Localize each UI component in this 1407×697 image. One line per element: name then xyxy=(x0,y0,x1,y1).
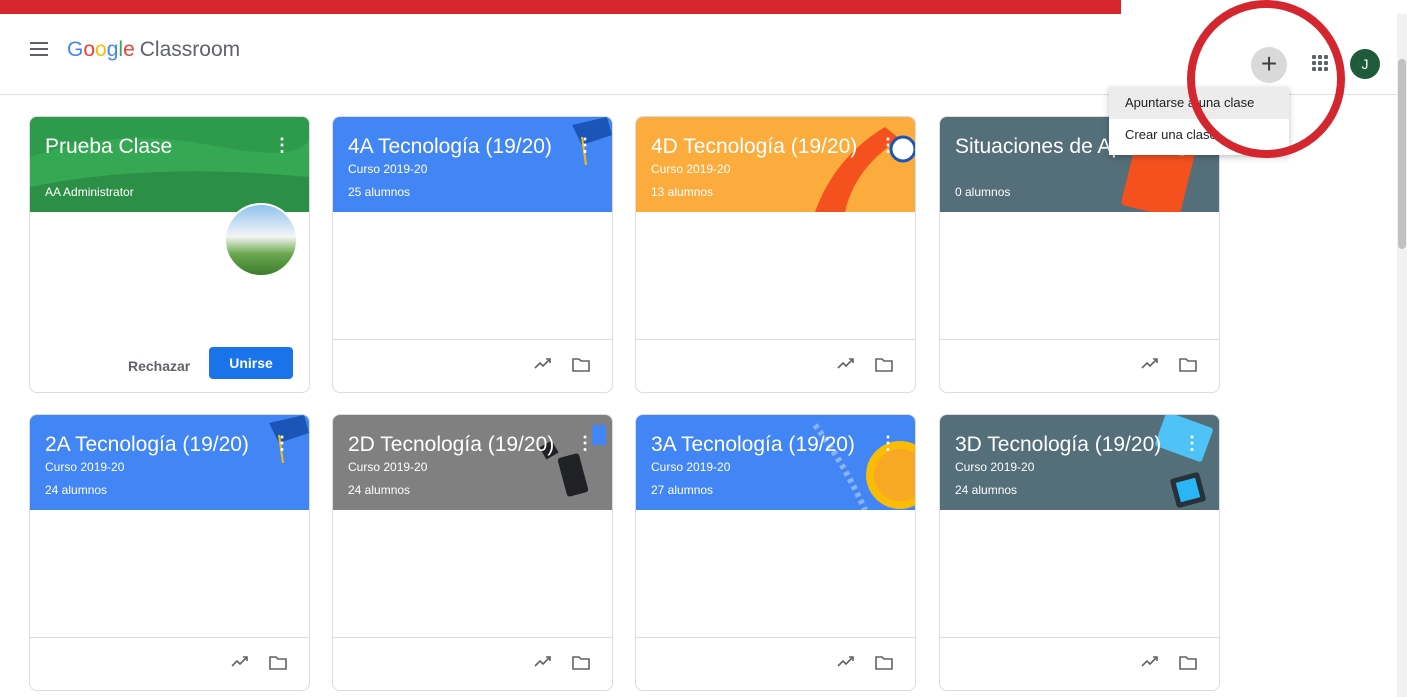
logo-letter: o xyxy=(95,38,107,61)
join-button[interactable]: Unirse xyxy=(209,347,293,379)
card-section: Curso 2019-20 xyxy=(348,162,428,176)
card-title[interactable]: 4A Tecnología (19/20) xyxy=(348,135,552,159)
trending-up-icon[interactable] xyxy=(534,655,552,667)
card-footer xyxy=(636,339,915,392)
folder-icon[interactable] xyxy=(269,656,287,670)
card-title[interactable]: 3A Tecnología (19/20) xyxy=(651,433,855,457)
card-section: Curso 2019-20 xyxy=(651,460,731,474)
card-student-count: 27 alumnos xyxy=(651,483,714,497)
card-title[interactable]: 3D Tecnología (19/20) xyxy=(955,433,1161,457)
card-header[interactable]: 4D Tecnología (19/20) Curso 2019-20 13 a… xyxy=(636,117,915,212)
card-banner-art xyxy=(1155,415,1213,508)
card-teacher-name: AA Administrator xyxy=(45,185,134,199)
class-photo xyxy=(224,203,298,277)
graduation-cap-art xyxy=(572,117,612,166)
class-card[interactable]: 4A Tecnología (19/20) Curso 2019-20 25 a… xyxy=(332,116,613,393)
card-section: Curso 2019-20 xyxy=(348,460,428,474)
card-header[interactable]: 2D Tecnología (19/20) Curso 2019-20 24 a… xyxy=(333,415,612,510)
card-student-count: 13 alumnos xyxy=(651,185,714,199)
google-apps-icon[interactable] xyxy=(1312,55,1328,71)
menu-item-join-class[interactable]: Apuntarse a una clase xyxy=(1109,87,1289,119)
card-title[interactable]: Prueba Clase xyxy=(45,135,172,159)
card-footer xyxy=(636,637,915,690)
card-student-count: 24 alumnos xyxy=(955,483,1018,497)
folder-icon[interactable] xyxy=(572,358,590,372)
logo-letter: G xyxy=(67,38,84,61)
card-title[interactable]: 4D Tecnología (19/20) xyxy=(651,135,857,159)
trending-up-icon[interactable] xyxy=(1141,357,1159,369)
add-class-button[interactable]: + xyxy=(1251,47,1287,83)
class-card[interactable]: 3A Tecnología (19/20) Curso 2019-20 27 a… xyxy=(635,414,916,691)
add-class-menu: Apuntarse a una clase Crear una clase xyxy=(1109,87,1289,155)
card-student-count: 25 alumnos xyxy=(348,185,411,199)
more-options-icon[interactable]: ⋮ xyxy=(576,135,594,155)
more-options-icon[interactable]: ⋮ xyxy=(879,433,897,453)
card-header[interactable]: 2A Tecnología (19/20) Curso 2019-20 24 a… xyxy=(30,415,309,510)
card-banner-art xyxy=(539,425,606,497)
card-title[interactable]: 2A Tecnología (19/20) xyxy=(45,433,249,457)
card-footer xyxy=(333,637,612,690)
app-header: Google Classroom xyxy=(0,14,1397,95)
trending-up-icon[interactable] xyxy=(231,655,249,667)
more-options-icon[interactable]: ⋮ xyxy=(576,433,594,453)
more-options-icon[interactable]: ⋮ xyxy=(273,135,291,155)
top-red-stripe xyxy=(0,0,1121,14)
card-student-count: 0 alumnos xyxy=(955,185,1011,199)
class-card[interactable]: 4D Tecnología (19/20) Curso 2019-20 13 a… xyxy=(635,116,916,393)
class-card[interactable]: 2A Tecnología (19/20) Curso 2019-20 24 a… xyxy=(29,414,310,691)
folder-icon[interactable] xyxy=(875,358,893,372)
graduation-cap-art xyxy=(269,415,309,464)
trending-up-icon[interactable] xyxy=(1141,655,1159,667)
class-card[interactable]: Prueba Clase AA Administrator ⋮ Rechazar… xyxy=(29,116,310,393)
trending-up-icon[interactable] xyxy=(534,357,552,369)
card-banner-art xyxy=(815,127,915,212)
folder-icon[interactable] xyxy=(572,656,590,670)
google-classroom-logo[interactable]: Google Classroom xyxy=(67,38,240,62)
folder-icon[interactable] xyxy=(875,656,893,670)
class-card[interactable]: 2D Tecnología (19/20) Curso 2019-20 24 a… xyxy=(332,414,613,691)
more-options-icon[interactable]: ⋮ xyxy=(1183,433,1201,453)
logo-letter: e xyxy=(123,38,135,61)
logo-letter: o xyxy=(83,38,96,61)
card-header[interactable]: 3A Tecnología (19/20) Curso 2019-20 27 a… xyxy=(636,415,915,510)
menu-item-create-class[interactable]: Crear una clase xyxy=(1109,119,1289,151)
card-header[interactable]: 3D Tecnología (19/20) Curso 2019-20 24 a… xyxy=(940,415,1219,510)
more-options-icon[interactable]: ⋮ xyxy=(273,433,291,453)
scrollbar[interactable] xyxy=(1397,14,1407,697)
more-options-icon[interactable]: ⋮ xyxy=(879,135,897,155)
card-section: Curso 2019-20 xyxy=(45,460,125,474)
avatar[interactable]: J xyxy=(1350,49,1380,79)
card-banner-art xyxy=(812,423,915,510)
folder-icon[interactable] xyxy=(1179,358,1197,372)
card-section: Curso 2019-20 xyxy=(651,162,731,176)
card-student-count: 24 alumnos xyxy=(348,483,411,497)
logo-product-name: Classroom xyxy=(139,38,241,61)
card-footer xyxy=(940,637,1219,690)
scrollbar-thumb[interactable] xyxy=(1398,59,1406,249)
folder-icon[interactable] xyxy=(1179,656,1197,670)
card-section: Curso 2019-20 xyxy=(955,460,1035,474)
card-student-count: 24 alumnos xyxy=(45,483,108,497)
card-title[interactable]: 2D Tecnología (19/20) xyxy=(348,433,554,457)
card-header[interactable]: Prueba Clase AA Administrator ⋮ xyxy=(30,117,309,212)
logo-letter: g xyxy=(106,38,119,61)
class-card[interactable]: 3D Tecnología (19/20) Curso 2019-20 24 a… xyxy=(939,414,1220,691)
trending-up-icon[interactable] xyxy=(837,357,855,369)
card-footer xyxy=(940,339,1219,392)
hamburger-menu-icon[interactable] xyxy=(30,42,48,56)
card-header[interactable]: 4A Tecnología (19/20) Curso 2019-20 25 a… xyxy=(333,117,612,212)
trending-up-icon[interactable] xyxy=(837,655,855,667)
card-title[interactable]: Situaciones de Ap xyxy=(955,135,1123,159)
card-footer xyxy=(333,339,612,392)
reject-button[interactable]: Rechazar xyxy=(128,358,190,374)
class-card[interactable]: Situaciones de Ap 0 alumnos xyxy=(939,116,1220,393)
card-footer xyxy=(30,637,309,690)
